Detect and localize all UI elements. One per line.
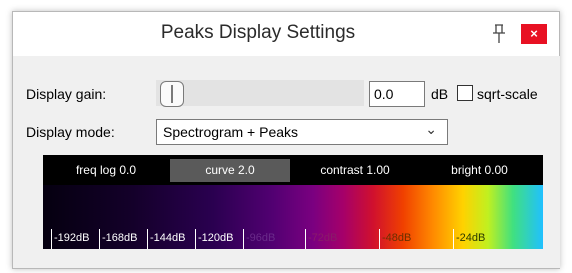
- scale-tick: -120dB: [195, 229, 233, 249]
- scale-tick: -192dB: [51, 229, 89, 249]
- settings-panel: Display gain: 0.0 dB sqrt-scale Display …: [14, 56, 560, 268]
- contrast-button[interactable]: contrast 1.00: [295, 159, 415, 182]
- close-button[interactable]: ×: [521, 24, 547, 44]
- pin-icon[interactable]: [489, 23, 509, 45]
- title-bar[interactable]: Peaks Display Settings ×: [13, 12, 559, 56]
- sqrt-scale-label: sqrt-scale: [477, 86, 538, 102]
- display-mode-dropdown[interactable]: Spectrogram + Peaks ⌄: [156, 119, 448, 145]
- scale-tick: -144dB: [147, 229, 185, 249]
- freq-log-button[interactable]: freq log 0.0: [47, 159, 165, 182]
- chevron-down-icon: ⌄: [425, 121, 437, 137]
- gain-unit-label: dB: [431, 86, 449, 102]
- scale-tick: -48dB: [379, 229, 411, 249]
- scale-tick: -96dB: [243, 229, 275, 249]
- display-gain-slider-track[interactable]: [156, 80, 364, 106]
- display-gain-slider-handle[interactable]: [160, 81, 184, 107]
- display-mode-value: Spectrogram + Peaks: [163, 124, 299, 140]
- display-mode-label: Display mode:: [26, 124, 115, 140]
- bright-button[interactable]: bright 0.00: [420, 159, 539, 182]
- display-gain-label: Display gain:: [26, 86, 107, 102]
- spectrogram-color-scale: -192dB -168dB -144dB -120dB -96dB -72dB …: [43, 185, 543, 249]
- curve-button[interactable]: curve 2.0: [170, 159, 290, 182]
- close-icon: ×: [530, 26, 538, 41]
- scale-tick: -24dB: [453, 229, 485, 249]
- sqrt-scale-checkbox[interactable]: [457, 85, 473, 101]
- scale-tick: -72dB: [305, 229, 337, 249]
- window-title: Peaks Display Settings: [160, 22, 356, 43]
- peaks-display-settings-window: Peaks Display Settings × Display gain: 0…: [12, 11, 560, 269]
- spectrogram-parameter-bar: freq log 0.0 curve 2.0 contrast 1.00 bri…: [43, 155, 543, 185]
- scale-tick: -168dB: [99, 229, 137, 249]
- display-gain-input[interactable]: 0.0: [369, 81, 425, 107]
